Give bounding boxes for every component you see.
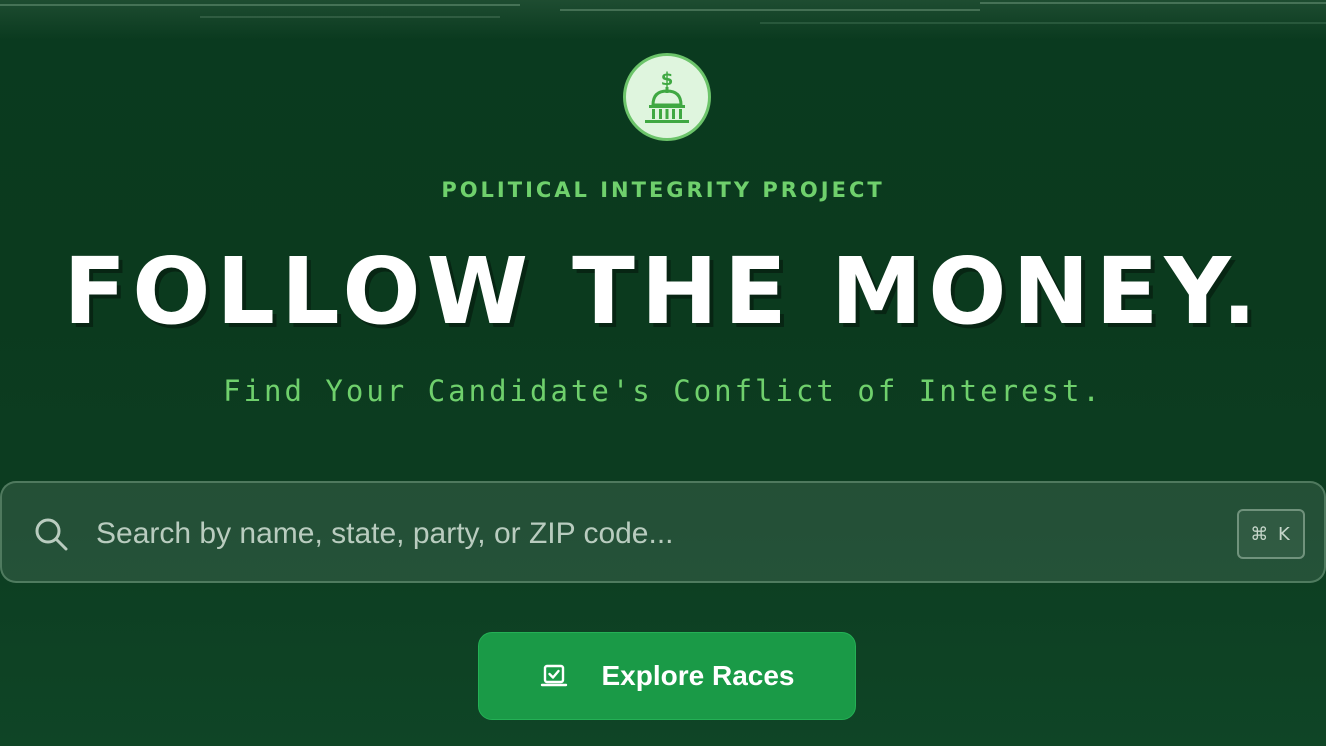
logo: $ [623, 53, 711, 141]
search-input[interactable] [94, 507, 1218, 561]
texture-line [0, 4, 520, 6]
svg-text:$: $ [661, 69, 674, 90]
ballot-box-icon [540, 664, 567, 687]
texture-line [560, 9, 980, 11]
search-icon [35, 518, 68, 551]
texture-line [980, 2, 1326, 4]
tagline: Find Your Candidate's Conflict of Intere… [223, 374, 1103, 408]
texture-line [760, 22, 1326, 24]
capitol-dollar-icon: $ [645, 69, 689, 123]
org-name: POLITICAL INTEGRITY PROJECT [441, 178, 885, 202]
explore-races-button[interactable]: Explore Races [478, 632, 856, 720]
texture-line [200, 16, 500, 18]
explore-races-label: Explore Races [601, 660, 795, 691]
keyboard-shortcut-badge: ⌘ K [1237, 509, 1305, 559]
page-title: FOLLOW THE MONEY. [63, 238, 1263, 345]
header-texture [0, 0, 1326, 40]
search-bar[interactable]: ⌘ K [0, 481, 1326, 583]
